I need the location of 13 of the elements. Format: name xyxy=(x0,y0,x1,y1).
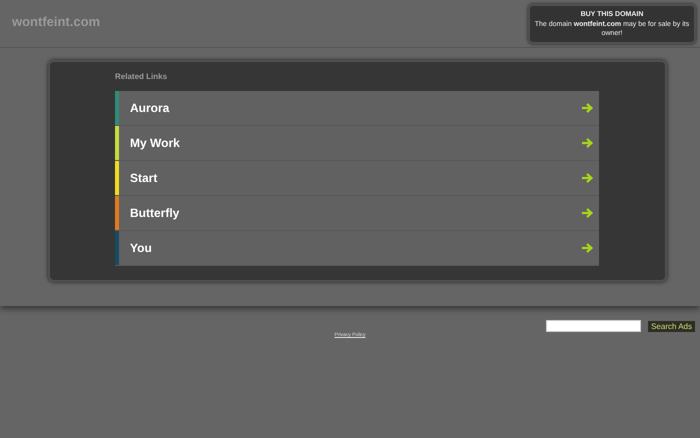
arrow-right-icon xyxy=(582,173,593,183)
arrow-right-icon xyxy=(582,243,593,253)
search-field[interactable] xyxy=(546,320,642,332)
search-ads-button[interactable]: Search Ads xyxy=(648,320,695,332)
related-link[interactable]: Butterfly xyxy=(115,196,599,231)
related-link[interactable]: Start xyxy=(115,161,599,196)
arrow-right-icon xyxy=(582,208,593,218)
related-links-heading: Related Links xyxy=(115,72,168,81)
arrow-right-icon xyxy=(582,138,593,148)
related-link[interactable]: My Work xyxy=(115,126,599,161)
arrow-right-icon xyxy=(582,103,593,113)
related-link[interactable]: You xyxy=(115,231,599,266)
related-link[interactable]: Aurora xyxy=(115,91,599,126)
